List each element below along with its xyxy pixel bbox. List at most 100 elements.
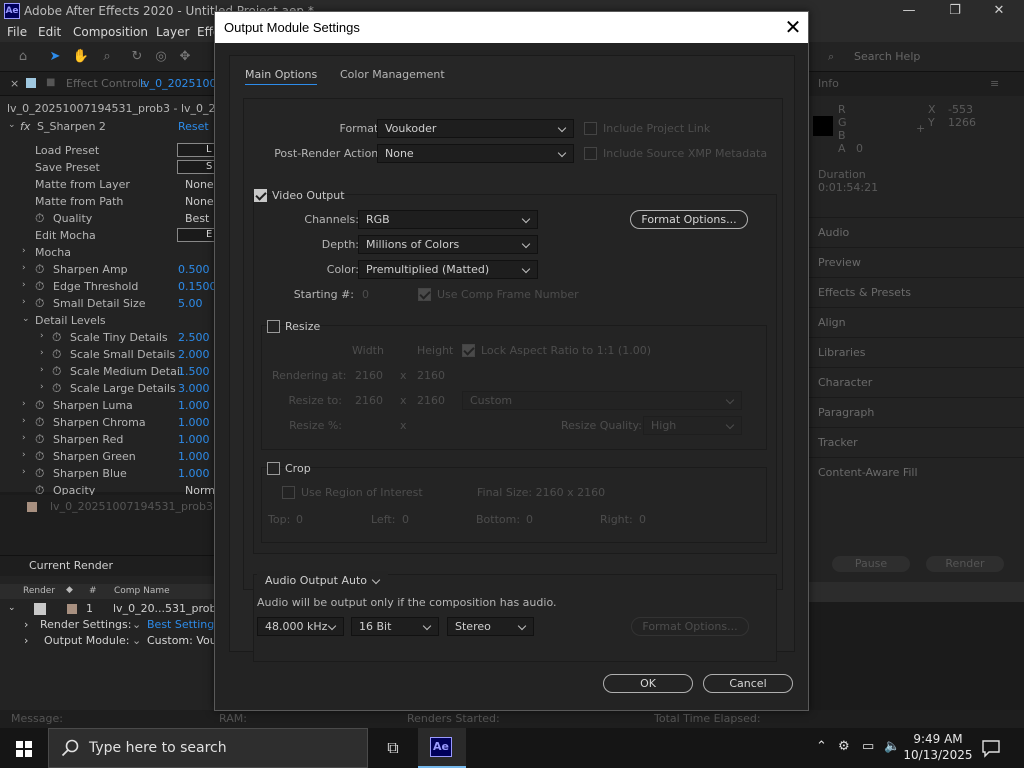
chevron-down-icon[interactable]: ⌄ bbox=[8, 603, 16, 613]
panel-tab[interactable]: Effects & Presets bbox=[808, 277, 1024, 307]
effect-param-value[interactable]: 2.500 bbox=[178, 331, 210, 344]
chevron-right-icon[interactable]: › bbox=[22, 297, 26, 307]
volume-muted-icon[interactable]: 🔈 bbox=[884, 739, 900, 754]
chevron-right-icon[interactable]: › bbox=[40, 365, 44, 375]
stopwatch-icon[interactable]: ⏱ bbox=[35, 449, 44, 464]
effect-param-row[interactable]: › ⏱ Sharpen Green 1.000 bbox=[0, 448, 214, 465]
effect-param-button[interactable]: L bbox=[177, 143, 217, 157]
effect-param-dropdown[interactable]: None bbox=[185, 195, 214, 208]
menu-composition[interactable]: Composition bbox=[73, 25, 148, 39]
stopwatch-icon[interactable]: ⏱ bbox=[52, 347, 61, 362]
panel-tab[interactable]: Paragraph bbox=[808, 397, 1024, 427]
taskbar-search-box[interactable]: Type here to search bbox=[48, 728, 368, 768]
stopwatch-icon[interactable]: ⏱ bbox=[35, 211, 44, 226]
network-icon[interactable]: ▭ bbox=[862, 739, 874, 754]
menu-file[interactable]: File bbox=[7, 25, 27, 39]
render-queue-item[interactable]: ⌄ 1 lv_0_20...531_prob3 bbox=[0, 602, 224, 618]
task-view-icon[interactable]: ⧉ bbox=[372, 728, 414, 768]
effect-param-row[interactable]: › ⏱ Scale Small Details 2.000 bbox=[0, 346, 214, 363]
stopwatch-icon[interactable]: ⏱ bbox=[35, 279, 44, 294]
column-number[interactable]: # bbox=[89, 586, 97, 596]
depth-dropdown[interactable]: Millions of Colors bbox=[358, 235, 538, 254]
lock-aspect-checkbox[interactable] bbox=[462, 344, 475, 357]
effect-param-button[interactable]: E bbox=[177, 228, 217, 242]
crop-checkbox[interactable] bbox=[267, 462, 280, 475]
effect-param-row[interactable]: › ⏱ Sharpen Blue 1.000 bbox=[0, 465, 214, 482]
ok-button[interactable]: OK bbox=[603, 674, 693, 693]
chevron-right-icon[interactable]: › bbox=[22, 467, 26, 477]
resize-width-field[interactable]: 2160 bbox=[355, 394, 383, 407]
taskbar-clock[interactable]: 9:49 AM 10/13/2025 bbox=[903, 731, 973, 763]
effect-param-row[interactable]: › ⏱ Sharpen Chroma 1.000 bbox=[0, 414, 214, 431]
stopwatch-icon[interactable]: ⏱ bbox=[35, 432, 44, 447]
effect-param-value[interactable]: 2.000 bbox=[178, 348, 210, 361]
resize-preset-dropdown[interactable]: Custom bbox=[462, 391, 742, 410]
effect-param-row[interactable]: ⏱ Quality Best bbox=[0, 210, 214, 227]
chevron-right-icon[interactable]: › bbox=[22, 416, 26, 426]
render-settings-row[interactable]: › Render Settings: ⌄ Best Settings bbox=[0, 618, 220, 634]
panel-tab[interactable]: Align bbox=[808, 307, 1024, 337]
effect-param-value[interactable]: 3.000 bbox=[178, 382, 210, 395]
color-dropdown[interactable]: Premultiplied (Matted) bbox=[358, 260, 538, 279]
panel-menu-icon[interactable]: ≡ bbox=[990, 77, 999, 90]
panel-tab[interactable]: Audio bbox=[808, 217, 1024, 247]
crop-left-field[interactable]: 0 bbox=[402, 513, 409, 526]
pause-button[interactable]: Pause bbox=[832, 556, 910, 572]
project-item-name[interactable]: lv_0_20251007194531_prob3 bbox=[50, 500, 213, 513]
tab-color-management[interactable]: Color Management bbox=[340, 68, 445, 81]
stopwatch-icon[interactable]: ⏱ bbox=[35, 415, 44, 430]
effect-param-row[interactable]: › ⏱ Scale Medium Detail 1.500 bbox=[0, 363, 214, 380]
effect-param-row[interactable]: › ⏱ Sharpen Amp 0.500 bbox=[0, 261, 214, 278]
post-render-action-dropdown[interactable]: None bbox=[377, 144, 574, 163]
column-render[interactable]: Render bbox=[23, 586, 55, 596]
chevron-right-icon[interactable]: › bbox=[22, 399, 26, 409]
resize-checkbox[interactable] bbox=[267, 320, 280, 333]
stopwatch-icon[interactable]: ⏱ bbox=[35, 466, 44, 481]
video-output-checkbox[interactable] bbox=[254, 189, 267, 202]
window-close-button[interactable]: ✕ bbox=[976, 1, 1022, 21]
chevron-right-icon[interactable]: › bbox=[40, 382, 44, 392]
output-module-row[interactable]: › Output Module: ⌄ Custom: Vouko bbox=[0, 634, 229, 650]
include-xmp-checkbox[interactable] bbox=[584, 147, 597, 160]
selection-tool-icon[interactable]: ➤ bbox=[46, 48, 64, 66]
resize-quality-dropdown[interactable]: High bbox=[643, 416, 742, 435]
menu-edit[interactable]: Edit bbox=[38, 25, 61, 39]
video-format-options-button[interactable]: Format Options... bbox=[630, 210, 748, 229]
close-tab-icon[interactable]: × bbox=[10, 77, 19, 90]
chevron-right-icon[interactable]: › bbox=[40, 331, 44, 341]
effect-param-dropdown[interactable]: None bbox=[185, 178, 214, 191]
cancel-button[interactable]: Cancel bbox=[703, 674, 793, 693]
crop-bottom-field[interactable]: 0 bbox=[526, 513, 533, 526]
effect-param-row[interactable]: Edit Mocha E bbox=[0, 227, 217, 244]
include-project-link-checkbox[interactable] bbox=[584, 122, 597, 135]
after-effects-taskbar-button[interactable]: Ae bbox=[418, 728, 466, 768]
effect-param-value[interactable]: 1.500 bbox=[178, 365, 210, 378]
effect-param-row[interactable]: Save Preset S bbox=[0, 159, 217, 176]
audio-channels-dropdown[interactable]: Stereo bbox=[447, 617, 534, 636]
audio-output-mode-dropdown[interactable]: Audio Output Auto bbox=[257, 571, 388, 590]
effect-param-value[interactable]: 0.500 bbox=[178, 263, 210, 276]
minimize-button[interactable]: — bbox=[886, 1, 932, 21]
effect-param-row[interactable]: › ⏱ Edge Threshold 0.1500 bbox=[0, 278, 217, 295]
effect-param-value[interactable]: 1.000 bbox=[178, 450, 210, 463]
chevron-down-icon[interactable]: ⌄ bbox=[132, 634, 141, 647]
effect-param-value[interactable]: 1.000 bbox=[178, 416, 210, 429]
effect-param-row[interactable]: Matte from Path None bbox=[0, 193, 214, 210]
notification-center-icon[interactable] bbox=[980, 737, 1002, 759]
chevron-right-icon[interactable]: › bbox=[22, 263, 26, 273]
effect-param-row[interactable]: › ⏱ Sharpen Luma 1.000 bbox=[0, 397, 214, 414]
chevron-up-icon[interactable]: ⌃ bbox=[816, 739, 827, 754]
effect-header-row[interactable]: ⌄ fx S_Sharpen 2 Reset bbox=[0, 118, 214, 135]
chevron-right-icon[interactable]: › bbox=[24, 618, 28, 631]
chevron-down-icon[interactable]: ⌄ bbox=[8, 120, 16, 130]
home-icon[interactable]: ⌂ bbox=[14, 48, 32, 66]
panel-tab[interactable]: Tracker bbox=[808, 427, 1024, 457]
chevron-right-icon[interactable]: › bbox=[22, 450, 26, 460]
format-dropdown[interactable]: Voukoder bbox=[377, 119, 574, 138]
render-button[interactable]: Render bbox=[926, 556, 1004, 572]
effect-param-row[interactable]: Matte from Layer None bbox=[0, 176, 214, 193]
effect-param-value[interactable]: 0.1500 bbox=[178, 280, 217, 293]
resize-height-field[interactable]: 2160 bbox=[417, 394, 445, 407]
stopwatch-icon[interactable]: ⏱ bbox=[35, 296, 44, 311]
app-tray-icon[interactable]: ⚙ bbox=[838, 739, 850, 754]
